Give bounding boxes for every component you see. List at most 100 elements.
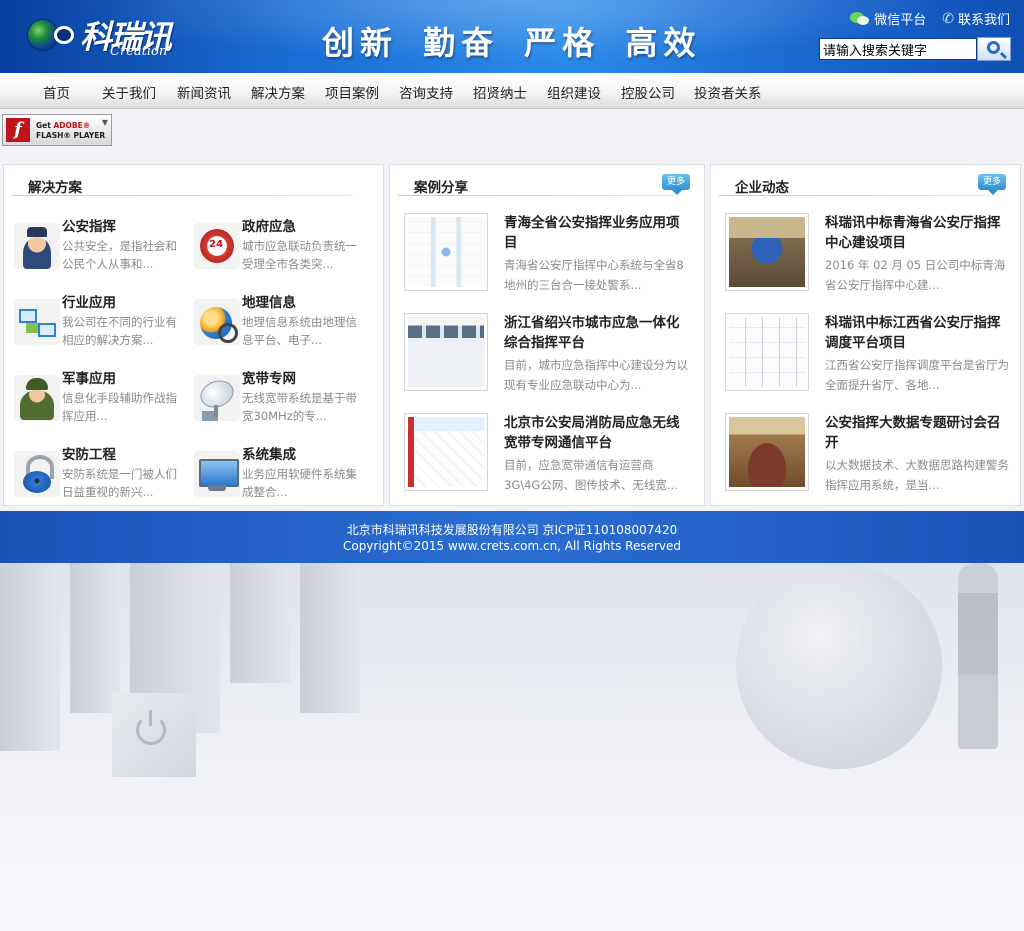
site-header: 科瑞讯 Creation 创新 勤奋 严格 高效 微信平台 ✆ 联系我们 <box>0 0 1024 73</box>
contact-us-link[interactable]: ✆ 联系我们 <box>942 9 1010 29</box>
news-desc: 江西省公安厅指挥调度平台是省厅为全面提升省厅、各地... <box>825 358 1009 392</box>
solution-title: 宽带专网 <box>242 371 296 387</box>
news-item[interactable]: 公安指挥大数据专题研讨会召开 以大数据技术、大数据思路构建警务指挥应用系统，是当… <box>725 413 1015 499</box>
monitor-icon <box>194 451 240 497</box>
news-thumbnail <box>725 313 809 391</box>
solution-title: 地理信息 <box>242 295 296 311</box>
padlock-icon <box>14 451 60 497</box>
nav-item-cases[interactable]: 项目案例 <box>325 82 379 102</box>
nav-item-solutions[interactable]: 解决方案 <box>251 82 305 102</box>
news-thumbnail <box>725 413 809 491</box>
solution-desc: 地理信息系统由地理信息平台、电子... <box>242 315 357 347</box>
footer-copyright: Copyright©2015 www.crets.com.cn, All Rig… <box>342 539 682 553</box>
solution-title: 公安指挥 <box>62 219 116 235</box>
flash-line2: FLASH® PLAYER <box>36 131 106 140</box>
flash-badge-text: Get ADOBE® FLASH® PLAYER <box>36 121 105 141</box>
news-title: 科瑞讯中标江西省公安厅指挥调度平台项目 <box>825 315 1001 351</box>
solution-desc: 公共安全，是指社会和公民个人从事和... <box>62 239 177 271</box>
solution-item-police[interactable]: 公安指挥 公共安全，是指社会和公民个人从事和... <box>6 215 186 279</box>
news-item[interactable]: 科瑞讯中标青海省公安厅指挥中心建设项目 2016 年 02 月 05 日公司中标… <box>725 213 1015 299</box>
panel-divider <box>398 195 674 196</box>
cases-more-button[interactable]: 更多 <box>662 174 690 195</box>
company-news-panel: 企业动态 更多 科瑞讯中标青海省公安厅指挥中心建设项目 2016 年 02 月 … <box>710 164 1021 506</box>
main-nav: 首页 关于我们 新闻资讯 解决方案 项目案例 咨询支持 招贤纳士 组织建设 控股… <box>0 73 1024 109</box>
solution-item-industry[interactable]: 行业应用 我公司在不同的行业有相应的解决方案... <box>6 291 186 355</box>
solution-item-integration[interactable]: 系统集成 业务应用软硬件系统集成整合... <box>186 443 366 507</box>
solution-title: 军事应用 <box>62 371 116 387</box>
solutions-panel: 解决方案 公安指挥 公共安全，是指社会和公民个人从事和... 政府应急 城市应急… <box>3 164 384 506</box>
solution-item-broadband[interactable]: 宽带专网 无线宽带系统是基于带宽30MHz的专... <box>186 367 366 431</box>
wechat-link-label: 微信平台 <box>874 13 927 28</box>
case-desc: 目前，应急宽带通信有运营商3G\4G公网、图传技术、无线宽... <box>504 458 678 492</box>
background-businessman <box>958 563 998 749</box>
case-item[interactable]: 北京市公安局消防局应急无线宽带专网通信平台 目前，应急宽带通信有运营商3G\4G… <box>404 413 694 499</box>
header-top-links: 微信平台 ✆ 联系我们 <box>850 9 1010 28</box>
panel-divider <box>719 195 990 196</box>
wechat-platform-link[interactable]: 微信平台 <box>850 9 926 28</box>
solution-desc: 我公司在不同的行业有相应的解决方案... <box>62 315 177 347</box>
geo-globe-icon <box>194 299 240 345</box>
cases-panel-title: 案例分享 <box>414 180 468 196</box>
satellite-dish-icon <box>194 375 240 421</box>
solution-desc: 城市应急联动负责统一受理全市各类突... <box>242 239 357 271</box>
download-arrow-icon: ▼ <box>101 118 108 127</box>
search-button[interactable] <box>977 37 1011 61</box>
nav-item-investors[interactable]: 投资者关系 <box>694 82 762 102</box>
nav-item-support[interactable]: 咨询支持 <box>399 82 453 102</box>
footer-company-icp: 北京市科瑞讯科技发展股份有限公司 京ICP证110108007420 <box>346 523 678 537</box>
logo-ring <box>54 26 74 44</box>
phone-icon: ✆ <box>942 10 954 27</box>
news-title: 科瑞讯中标青海省公安厅指挥中心建设项目 <box>825 215 1001 251</box>
case-item[interactable]: 浙江省绍兴市城市应急一体化综合指挥平台 目前，城市应急指挥中心建设分为以现有专业… <box>404 313 694 399</box>
nav-item-organization[interactable]: 组织建设 <box>547 82 601 102</box>
news-item[interactable]: 科瑞讯中标江西省公安厅指挥调度平台项目 江西省公安厅指挥调度平台是省厅为全面提升… <box>725 313 1015 399</box>
site-logo[interactable]: 科瑞讯 Creation <box>24 8 184 64</box>
wechat-icon <box>850 11 870 27</box>
case-desc: 目前，城市应急指挥中心建设分为以现有专业应急联动中心为... <box>504 358 688 392</box>
background-scene <box>0 563 1024 931</box>
nav-item-home[interactable]: 首页 <box>43 82 70 102</box>
nav-item-news[interactable]: 新闻资讯 <box>177 82 231 102</box>
police-icon <box>14 223 60 269</box>
nav-item-about[interactable]: 关于我们 <box>102 82 156 102</box>
background-globe <box>736 563 942 769</box>
panel-divider <box>12 195 353 196</box>
logo-english-text: Creation <box>110 44 168 59</box>
case-desc: 青海省公安厅指挥中心系统与全省8地州的三台合一接处警系... <box>504 258 684 292</box>
network-icon <box>14 299 60 345</box>
case-thumbnail <box>404 213 488 291</box>
background-power-box <box>112 693 196 777</box>
site-footer: 北京市科瑞讯科技发展股份有限公司 京ICP证110108007420 Copyr… <box>0 511 1024 563</box>
solution-item-security[interactable]: 安防工程 安防系统是一门被人们日益重视的新兴... <box>6 443 186 507</box>
get-flash-player-badge[interactable]: f Get ADOBE® FLASH® PLAYER ▼ <box>2 114 112 146</box>
solution-item-geo[interactable]: 地理信息 地理信息系统由地理信息平台、电子... <box>186 291 366 355</box>
case-thumbnail <box>404 413 488 491</box>
solution-desc: 无线宽带系统是基于带宽30MHz的专... <box>242 391 357 423</box>
news-panel-title: 企业动态 <box>735 180 789 196</box>
clock-24-icon <box>194 223 240 269</box>
nav-item-holdings[interactable]: 控股公司 <box>621 82 675 102</box>
case-title: 北京市公安局消防局应急无线宽带专网通信平台 <box>504 415 680 451</box>
background-building <box>70 563 120 713</box>
case-item[interactable]: 青海全省公安指挥业务应用项目 青海省公安厅指挥中心系统与全省8地州的三台合一接处… <box>404 213 694 299</box>
nav-item-careers[interactable]: 招贤纳士 <box>473 82 527 102</box>
case-thumbnail <box>404 313 488 391</box>
solution-title: 系统集成 <box>242 447 296 463</box>
case-title: 青海全省公安指挥业务应用项目 <box>504 215 680 251</box>
solution-item-military[interactable]: 军事应用 信息化手段辅助作战指挥应用... <box>6 367 186 431</box>
news-title: 公安指挥大数据专题研讨会召开 <box>825 415 1001 451</box>
news-thumbnail <box>725 213 809 291</box>
background-building <box>0 563 60 751</box>
solution-item-government[interactable]: 政府应急 城市应急联动负责统一受理全市各类突... <box>186 215 366 279</box>
search-input[interactable] <box>819 38 977 60</box>
header-slogan: 创新 勤奋 严格 高效 <box>322 24 702 62</box>
solution-title: 政府应急 <box>242 219 296 235</box>
solution-title: 安防工程 <box>62 447 116 463</box>
solution-desc: 安防系统是一门被人们日益重视的新兴... <box>62 467 177 499</box>
news-desc: 以大数据技术、大数据思路构建警务指挥应用系统，是当... <box>825 458 1009 492</box>
flash-icon: f <box>6 118 30 142</box>
cases-panel: 案例分享 更多 青海全省公安指挥业务应用项目 青海省公安厅指挥中心系统与全省8地… <box>389 164 705 506</box>
news-more-button[interactable]: 更多 <box>978 174 1006 195</box>
flash-adobe-label: ADOBE® <box>53 121 91 130</box>
search-box <box>819 37 1011 61</box>
